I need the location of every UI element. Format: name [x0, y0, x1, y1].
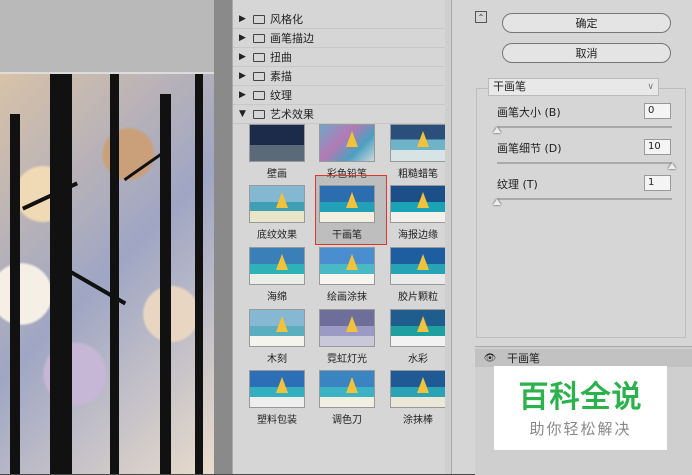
filter-preview-image — [249, 370, 305, 408]
watermark: 百科全说 助你轻松解决 — [494, 366, 667, 450]
watermark-title: 百科全说 — [518, 380, 643, 415]
filter-preview-image — [319, 247, 375, 285]
param-slider-thumb[interactable] — [493, 199, 501, 205]
filter-thumbnail-label: 海报边缘 — [398, 230, 438, 241]
param-slider-track[interactable] — [497, 126, 672, 128]
filter-thumbnail[interactable]: 涂抹棒 — [388, 370, 448, 430]
triangle-right-icon[interactable]: ▶ — [239, 71, 251, 81]
folder-icon — [253, 109, 265, 119]
filter-category[interactable]: ▶ 素描 — [233, 67, 445, 86]
preview-scrollbar[interactable] — [214, 0, 232, 474]
filter-gallery: ▶ 风格化 ▶ 画笔描边 ▶ 扭曲 ▶ 素描 ▶ 纹理 ▼ 艺术效果 壁画 彩色铅笔 粗糙蜡笔 底纹效果 干画… — [232, 0, 451, 474]
filter-category-label: 素描 — [270, 70, 292, 83]
filter-thumbnail[interactable]: 霓虹灯光 — [317, 309, 377, 369]
preview-image[interactable] — [0, 74, 214, 474]
filter-thumbnail[interactable]: 调色刀 — [317, 370, 377, 430]
filter-thumbnail[interactable]: 水彩 — [388, 309, 448, 369]
filter-thumbnail-label: 壁画 — [267, 169, 287, 180]
filter-thumbnail[interactable]: 壁画 — [247, 124, 307, 184]
preview-canvas-background — [0, 0, 214, 74]
filter-select-value: 干画笔 — [493, 80, 526, 93]
filter-thumbnail[interactable]: 干画笔 — [317, 185, 377, 245]
filter-preview-image — [319, 370, 375, 408]
filter-preview-image — [249, 247, 305, 285]
param-label: 画笔细节 (D) — [497, 142, 562, 155]
filter-category-label: 扭曲 — [270, 51, 292, 64]
filter-preview-image — [319, 124, 375, 162]
filter-thumbnail-label: 水彩 — [408, 354, 428, 365]
triangle-down-icon[interactable]: ▼ — [239, 109, 251, 119]
filter-thumbnail-label: 海绵 — [267, 292, 287, 303]
param-slider-track[interactable] — [497, 162, 672, 164]
filter-preview-image — [390, 185, 446, 223]
filter-thumbnail-label: 胶片颗粒 — [398, 292, 438, 303]
folder-icon — [253, 90, 265, 100]
filter-thumbnail-label: 调色刀 — [332, 415, 362, 426]
effect-layer-row[interactable]: 👁 干画笔 — [475, 349, 692, 367]
filter-thumbnail-label: 霓虹灯光 — [327, 354, 367, 365]
filter-preview-image — [390, 124, 446, 162]
filter-category-label: 艺术效果 — [270, 108, 314, 121]
param-label: 画笔大小 (B) — [497, 106, 561, 119]
param-slider-thumb[interactable] — [668, 163, 676, 169]
filter-thumbnail[interactable]: 胶片颗粒 — [388, 247, 448, 307]
triangle-right-icon[interactable]: ▶ — [239, 52, 251, 62]
filter-thumbnail[interactable]: 绘画涂抹 — [317, 247, 377, 307]
param-label: 纹理 (T) — [497, 178, 538, 191]
filter-thumbnail[interactable]: 底纹效果 — [247, 185, 307, 245]
param-slider-thumb[interactable] — [493, 127, 501, 133]
filter-category-label: 风格化 — [270, 13, 303, 26]
filter-select[interactable]: 干画笔 ∨ — [488, 78, 659, 96]
cancel-button[interactable]: 取消 — [502, 43, 671, 63]
filter-category[interactable]: ▼ 艺术效果 — [233, 105, 445, 124]
triangle-right-icon[interactable]: ▶ — [239, 90, 251, 100]
param-value-field[interactable]: 10 — [644, 139, 671, 155]
preview-pane — [0, 0, 232, 474]
watermark-subtitle: 助你轻松解决 — [529, 420, 632, 438]
param-value-field[interactable]: 1 — [644, 175, 671, 191]
folder-icon — [253, 14, 265, 24]
filter-preview-image — [390, 309, 446, 347]
filter-category[interactable]: ▶ 纹理 — [233, 86, 445, 105]
filter-category[interactable]: ▶ 画笔描边 — [233, 29, 445, 48]
filter-category-label: 纹理 — [270, 89, 292, 102]
eye-icon[interactable]: 👁 — [483, 353, 497, 364]
filter-preview-image — [390, 247, 446, 285]
filter-preview-image — [249, 185, 305, 223]
triangle-right-icon[interactable]: ▶ — [239, 14, 251, 24]
effect-layer-name: 干画笔 — [507, 352, 540, 365]
filter-category[interactable]: ▶ 风格化 — [233, 10, 445, 29]
filter-thumbnail-label: 干画笔 — [332, 230, 362, 241]
ok-button[interactable]: 确定 — [502, 13, 671, 33]
filter-preview-image — [249, 309, 305, 347]
filter-category-label: 画笔描边 — [270, 32, 314, 45]
filter-thumbnail-label: 绘画涂抹 — [327, 292, 367, 303]
collapse-gallery-icon[interactable]: ⌃ — [475, 11, 487, 23]
filter-thumbnail-label: 塑料包装 — [257, 415, 297, 426]
param-slider-track[interactable] — [497, 198, 672, 200]
triangle-right-icon[interactable]: ▶ — [239, 33, 251, 43]
filter-thumbnail-label: 底纹效果 — [257, 230, 297, 241]
filter-category[interactable]: ▶ 扭曲 — [233, 48, 445, 67]
filter-thumbnail-label: 木刻 — [267, 354, 287, 365]
folder-icon — [253, 52, 265, 62]
param-value-field[interactable]: 0 — [644, 103, 671, 119]
filter-preview-image — [319, 309, 375, 347]
filter-preview-image — [249, 124, 305, 162]
filter-thumbnail[interactable]: 木刻 — [247, 309, 307, 369]
filter-thumbnail-label: 粗糙蜡笔 — [398, 169, 438, 180]
folder-icon — [253, 33, 265, 43]
filter-thumbnail[interactable]: 塑料包装 — [247, 370, 307, 430]
folder-icon — [253, 71, 265, 81]
chevron-down-icon: ∨ — [647, 82, 654, 92]
filter-preview-image — [319, 185, 375, 223]
filter-preview-image — [390, 370, 446, 408]
filter-thumbnail-label: 涂抹棒 — [403, 415, 433, 426]
filter-thumbnail[interactable]: 粗糙蜡笔 — [388, 124, 448, 184]
filter-thumbnail[interactable]: 海绵 — [247, 247, 307, 307]
filter-thumbnail[interactable]: 海报边缘 — [388, 185, 448, 245]
